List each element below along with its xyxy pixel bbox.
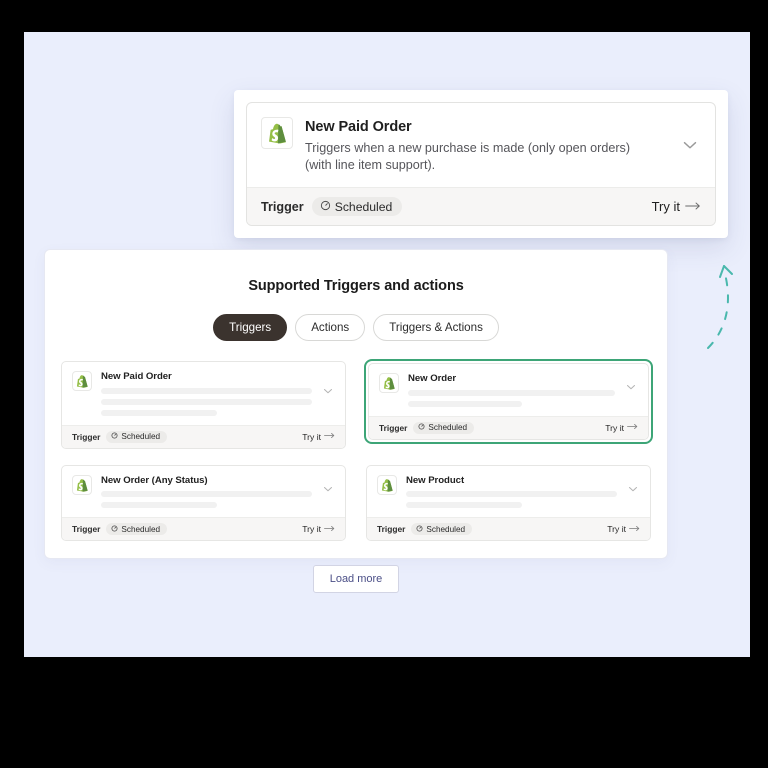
trigger-detail-card[interactable]: New Paid Order Triggers when a new purch…: [246, 102, 716, 227]
trigger-card-body: New Order (Any Status): [62, 466, 345, 518]
skeleton-line: [101, 409, 218, 416]
skeleton-line: [101, 491, 312, 497]
try-it-label: Try it: [607, 524, 626, 534]
status-badge: Scheduled: [106, 523, 168, 535]
status-badge-label: Scheduled: [121, 524, 161, 534]
chevron-down-icon[interactable]: [679, 134, 701, 156]
trigger-card-footer: Trigger Scheduled Try it: [62, 517, 345, 540]
trigger-type-label: Trigger: [261, 199, 304, 214]
trigger-card-title: New Order: [408, 373, 457, 384]
try-it-label: Try it: [302, 431, 321, 442]
status-badge: Scheduled: [106, 430, 168, 443]
dashed-curved-arrow-icon: [707, 265, 733, 349]
chevron-down-icon[interactable]: [321, 482, 335, 501]
trigger-card-footer: Trigger Scheduled Try it: [62, 424, 345, 448]
arrow-right-icon: [627, 423, 638, 432]
trigger-card-body: New Order: [369, 364, 648, 416]
trigger-card[interactable]: New Product Trigger Scheduled Try it: [366, 464, 651, 541]
trigger-detail-text: New Paid Order Triggers when a new purch…: [305, 117, 667, 173]
trigger-card-text: New Product: [406, 474, 617, 508]
filter-tabs: Triggers Actions Triggers & Actions: [45, 314, 667, 341]
trigger-card[interactable]: New Order (Any Status) Trigger Scheduled…: [61, 464, 346, 541]
trigger-card-text: New Order: [408, 373, 615, 407]
shopify-bag-icon: [72, 371, 92, 391]
trigger-card-wrapper-selected: New Order Trigger Scheduled Try it: [364, 359, 653, 444]
status-badge-label: Scheduled: [334, 199, 393, 214]
status-badge-label: Scheduled: [121, 432, 161, 441]
chevron-down-icon[interactable]: [626, 482, 640, 501]
chevron-down-icon[interactable]: [321, 384, 335, 403]
trigger-card-grid: New Paid Order Trigger Scheduled Try it …: [45, 359, 667, 543]
status-badge: Scheduled: [413, 421, 475, 434]
skeleton-line: [101, 398, 312, 405]
trigger-type-label: Trigger: [379, 422, 408, 433]
trigger-card-footer: Trigger Scheduled Try it: [369, 415, 648, 439]
try-it-button[interactable]: Try it: [607, 524, 640, 534]
supported-triggers-panel: Supported Triggers and actions Triggers …: [44, 249, 668, 593]
status-badge: Scheduled: [411, 523, 473, 535]
skeleton-line: [101, 387, 312, 394]
try-it-button[interactable]: Try it: [652, 199, 701, 214]
trigger-card[interactable]: New Order Trigger Scheduled Try it: [368, 363, 649, 440]
try-it-button[interactable]: Try it: [302, 432, 335, 442]
try-it-label: Try it: [651, 199, 680, 215]
page-title: Supported Triggers and actions: [248, 278, 464, 294]
trigger-card-body: New Paid Order: [62, 362, 345, 425]
skeleton-line: [406, 491, 617, 497]
try-it-button[interactable]: Try it: [302, 524, 335, 534]
shopify-bag-icon: [72, 474, 92, 495]
trigger-detail-card-body: New Paid Order Triggers when a new purch…: [247, 103, 715, 187]
chevron-down-icon[interactable]: [624, 380, 638, 399]
trigger-card-title: New Order (Any Status): [101, 474, 208, 486]
trigger-detail-description: Triggers when a new purchase is made (on…: [305, 141, 631, 172]
trigger-card-wrapper: New Order (Any Status) Trigger Scheduled…: [59, 463, 348, 544]
shopify-bag-icon: [379, 373, 399, 393]
trigger-card-text: New Order (Any Status): [101, 474, 312, 508]
load-more-row: Load more: [45, 565, 667, 593]
skeleton-line: [101, 502, 218, 508]
trigger-detail-popover: New Paid Order Triggers when a new purch…: [234, 90, 728, 239]
clock-icon: [320, 200, 331, 214]
shopify-bag-icon: [261, 117, 293, 149]
arrow-right-icon: [324, 525, 335, 534]
skeleton-line: [406, 502, 523, 508]
try-it-label: Try it: [302, 524, 321, 534]
trigger-detail-footer: Trigger Scheduled Try it: [247, 187, 715, 226]
trigger-type-label: Trigger: [72, 431, 101, 442]
arrow-right-icon: [685, 200, 701, 213]
load-more-button[interactable]: Load more: [312, 565, 400, 593]
trigger-card-wrapper: New Product Trigger Scheduled Try it: [364, 463, 653, 544]
try-it-button[interactable]: Try it: [605, 423, 638, 433]
clock-icon: [418, 423, 425, 432]
clock-icon: [111, 432, 118, 441]
arrow-right-icon: [629, 525, 640, 534]
trigger-card-text: New Paid Order: [101, 371, 312, 416]
trigger-card-title: New Product: [406, 474, 465, 486]
tab-triggers[interactable]: Triggers: [213, 314, 288, 341]
shopify-bag-icon: [377, 474, 397, 495]
trigger-detail-title: New Paid Order: [305, 119, 412, 135]
page-canvas: New Paid Order Triggers when a new purch…: [24, 32, 750, 657]
clock-icon: [416, 524, 423, 534]
trigger-card-wrapper: New Paid Order Trigger Scheduled Try it: [59, 359, 348, 451]
trigger-card[interactable]: New Paid Order Trigger Scheduled Try it: [61, 361, 346, 449]
skeleton-line: [408, 389, 615, 396]
status-badge-label: Scheduled: [428, 423, 468, 432]
arrow-right-icon: [324, 432, 335, 441]
trigger-type-label: Trigger: [72, 524, 101, 534]
tab-triggers-and-actions[interactable]: Triggers & Actions: [373, 314, 499, 341]
tab-actions[interactable]: Actions: [295, 314, 366, 341]
status-badge-label: Scheduled: [426, 524, 466, 534]
status-badge: Scheduled: [311, 197, 403, 217]
trigger-type-label: Trigger: [377, 524, 406, 534]
try-it-label: Try it: [605, 422, 624, 433]
trigger-card-body: New Product: [367, 466, 650, 518]
clock-icon: [111, 524, 118, 534]
trigger-card-footer: Trigger Scheduled Try it: [367, 517, 650, 540]
skeleton-line: [408, 400, 522, 407]
trigger-card-title: New Paid Order: [101, 371, 172, 382]
